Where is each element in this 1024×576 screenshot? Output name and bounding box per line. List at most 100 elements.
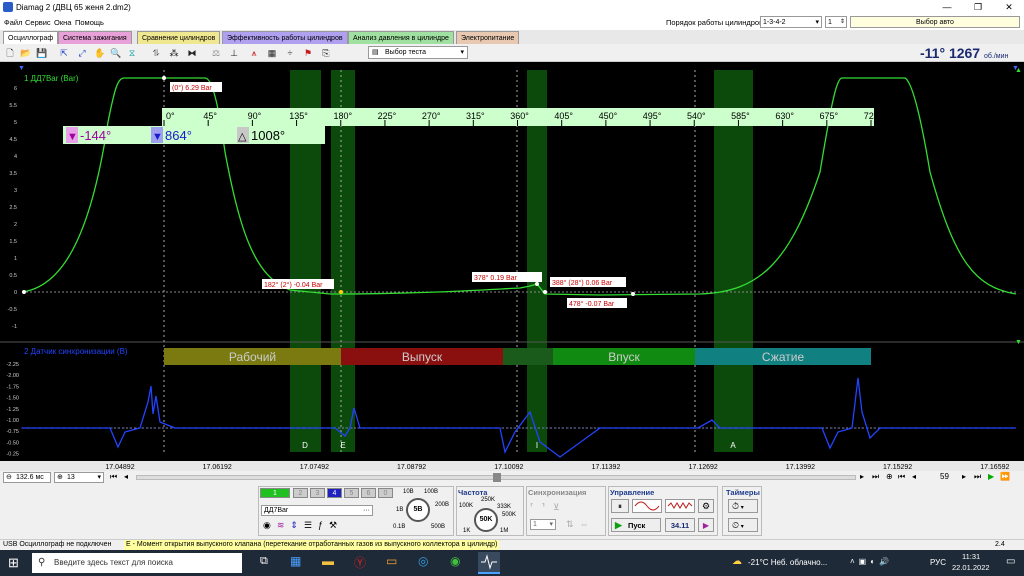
channel-button-6[interactable]: 6 <box>361 488 376 498</box>
channel-button-3[interactable]: 3 <box>310 488 325 498</box>
edge-icon[interactable]: ◎ <box>418 554 428 568</box>
oscilloscope-plot[interactable]: 6 5.5 5 4.5 4 3.5 3 2.5 2 1.5 1 0.5 0 -0.5 -1 -2.25 -2.… <box>0 62 1024 491</box>
pause-icon[interactable]: ⏸ <box>611 499 629 513</box>
tray-icons[interactable]: ˄▣◐🔊 <box>850 557 893 566</box>
level-icon[interactable]: ⊻ <box>553 502 568 512</box>
settings-icon[interactable]: ⚙ <box>698 499 714 513</box>
waveform-icon[interactable]: ≋ <box>277 520 291 530</box>
last-page-icon[interactable]: ⏭ <box>872 472 879 482</box>
task-view-icon[interactable]: ⧉ <box>260 555 268 568</box>
cylinder-spinner[interactable]: 1 ⇕ <box>825 16 847 28</box>
minus-icon[interactable]: ⊖ <box>6 473 12 483</box>
auto-select-box[interactable]: Выбор авто <box>850 16 1020 28</box>
weather-text[interactable]: -21°C Неб. облачно... <box>748 558 827 567</box>
language-indicator[interactable]: РУС <box>930 558 946 567</box>
tools-icon[interactable]: ⚒ <box>329 520 343 530</box>
auto-play-icon[interactable]: ▶ <box>698 518 714 532</box>
pan-hand-icon[interactable]: ✋ <box>94 47 106 59</box>
diamag-task-icon[interactable] <box>478 552 500 574</box>
volt-knob[interactable]: 5В <box>406 498 430 522</box>
chrome-icon[interactable]: ◉ <box>450 554 460 568</box>
first-page-icon[interactable]: ⏮ <box>110 472 117 482</box>
sync-channel-select[interactable]: 1 ▾ <box>530 519 556 530</box>
channel-button-5[interactable]: 5 <box>344 488 359 498</box>
back-icon[interactable]: ◂ <box>912 472 916 481</box>
filter-icon[interactable]: ⧖ <box>126 47 138 59</box>
rewind-icon[interactable]: ⏮ <box>898 472 905 482</box>
scrollbar-thumb[interactable] <box>493 473 501 482</box>
open-folder-icon[interactable]: 📂 <box>20 47 32 59</box>
plus-icon[interactable]: ⊕ <box>57 473 63 483</box>
split-icon[interactable]: ÷ <box>284 47 296 59</box>
firing-order-select[interactable]: 1-3-4-2 ▾ <box>760 16 822 28</box>
explorer-icon[interactable]: ▬ <box>322 554 334 568</box>
menu-help[interactable]: Помощь <box>75 18 104 27</box>
scroll-down-icon[interactable]: ▼ <box>1015 339 1022 346</box>
sine-mode-button[interactable] <box>632 499 662 513</box>
channel-name-input[interactable]: ДД7Bar ··· <box>261 505 373 516</box>
time-scrollbar[interactable] <box>136 473 856 482</box>
tab-pressure-analysis[interactable]: Анализ давления в цилиндре <box>348 31 454 44</box>
tab-power-supply[interactable]: Электропитание <box>456 31 520 44</box>
fast-play-icon[interactable]: ⏩ <box>1000 472 1010 481</box>
marker-tool-icon[interactable]: ⤢ <box>76 47 88 59</box>
maximize-button[interactable]: ❐ <box>963 0 993 15</box>
notification-icon[interactable]: ▭ <box>1006 556 1015 567</box>
prev-page-icon[interactable]: ◂ <box>124 472 128 481</box>
files-icon[interactable]: ▭ <box>386 554 397 568</box>
save-icon[interactable]: 💾 <box>36 47 48 59</box>
overlay-icon[interactable]: ⁂ <box>168 47 180 59</box>
menu-service[interactable]: Сервис <box>25 18 51 27</box>
channel-button-0[interactable]: 0 <box>378 488 393 498</box>
tab-oscilloscope[interactable]: Осциллограф <box>3 31 59 44</box>
timer1-button[interactable]: ⏱ ▾ <box>728 499 758 513</box>
zero-icon[interactable]: ⊥ <box>228 47 240 59</box>
sync-arrows-icon[interactable]: ⇅ <box>566 519 580 529</box>
add-page-icon[interactable]: ⊕ <box>886 472 893 481</box>
forward-icon[interactable]: ▸ <box>962 472 966 481</box>
top-right-marker-icon[interactable]: ▼ <box>1012 65 1019 72</box>
cursor-tool-icon[interactable]: ⇱ <box>58 47 70 59</box>
settings-app-icon[interactable]: ▦ <box>290 554 301 568</box>
channel-button-4[interactable]: 4 <box>327 488 342 498</box>
top-left-marker-icon[interactable]: ▼ <box>18 65 25 72</box>
test-select[interactable]: ▤ Выбор теста ▾ <box>368 46 468 59</box>
timer2-button[interactable]: ⏲ ▾ <box>728 518 758 532</box>
function-icon[interactable]: ƒ <box>318 520 329 530</box>
tab-ignition[interactable]: Система зажигания <box>58 31 132 44</box>
tab-cylinder-efficiency[interactable]: Эффективность работы цилиндров <box>222 31 348 44</box>
channel-button-1[interactable]: 1 <box>260 488 290 498</box>
record-icon[interactable]: ◉ <box>263 520 277 530</box>
tab-cylinder-compare[interactable]: Сравнение цилиндров <box>137 31 221 44</box>
noise-mode-button[interactable] <box>665 499 695 513</box>
export-icon[interactable]: ⎘ <box>320 47 332 59</box>
menu-file[interactable]: Файл <box>4 18 22 27</box>
updown-icon[interactable]: ⇕ <box>290 520 304 530</box>
compare-icon[interactable]: ⧓ <box>186 47 198 59</box>
red-cursor-icon[interactable]: ⩚ <box>248 47 260 59</box>
grid-icon[interactable]: ▦ <box>266 47 278 59</box>
close-button[interactable]: ✕ <box>994 0 1024 15</box>
start-button[interactable]: ▶ Пуск <box>611 518 661 532</box>
invert-icon[interactable]: ⥮ <box>150 47 162 59</box>
flag-icon[interactable]: ⚑ <box>302 47 314 59</box>
new-file-icon[interactable]: 🗋 <box>4 47 16 59</box>
windows-start-icon[interactable]: ⊞ <box>8 555 19 571</box>
sync-expand-icon[interactable]: ⇔ <box>580 519 595 529</box>
end-icon[interactable]: ⏭ <box>974 472 981 482</box>
minimize-button[interactable]: — <box>932 0 962 15</box>
menu-windows[interactable]: Окна <box>54 18 71 27</box>
frequency-knob[interactable]: 50K <box>474 508 498 532</box>
play-icon[interactable]: ▶ <box>988 472 994 481</box>
timebase-select[interactable]: ⊖ 132.6 мс <box>3 472 51 483</box>
zoom-icon[interactable]: 🔍 <box>110 47 122 59</box>
zoom-select[interactable]: ⊕ 13 ▾ <box>54 472 104 483</box>
channel-button-2[interactable]: 2 <box>293 488 308 498</box>
rising-edge-icon[interactable]: ⸢ <box>530 502 542 512</box>
plot-canvas[interactable]: 6 5.5 5 4.5 4 3.5 3 2.5 2 1.5 1 0.5 0 -0.5 -1 -2.25 -2.… <box>0 62 1024 491</box>
falling-edge-icon[interactable]: ⸣ <box>542 502 554 512</box>
taskbar-search-box[interactable]: ⚲ Введите здесь текст для поиска <box>32 553 242 573</box>
list-icon[interactable]: ☰ <box>304 520 318 530</box>
yandex-icon[interactable]: Ⓨ <box>354 554 366 571</box>
next-page-icon[interactable]: ▸ <box>860 472 864 481</box>
